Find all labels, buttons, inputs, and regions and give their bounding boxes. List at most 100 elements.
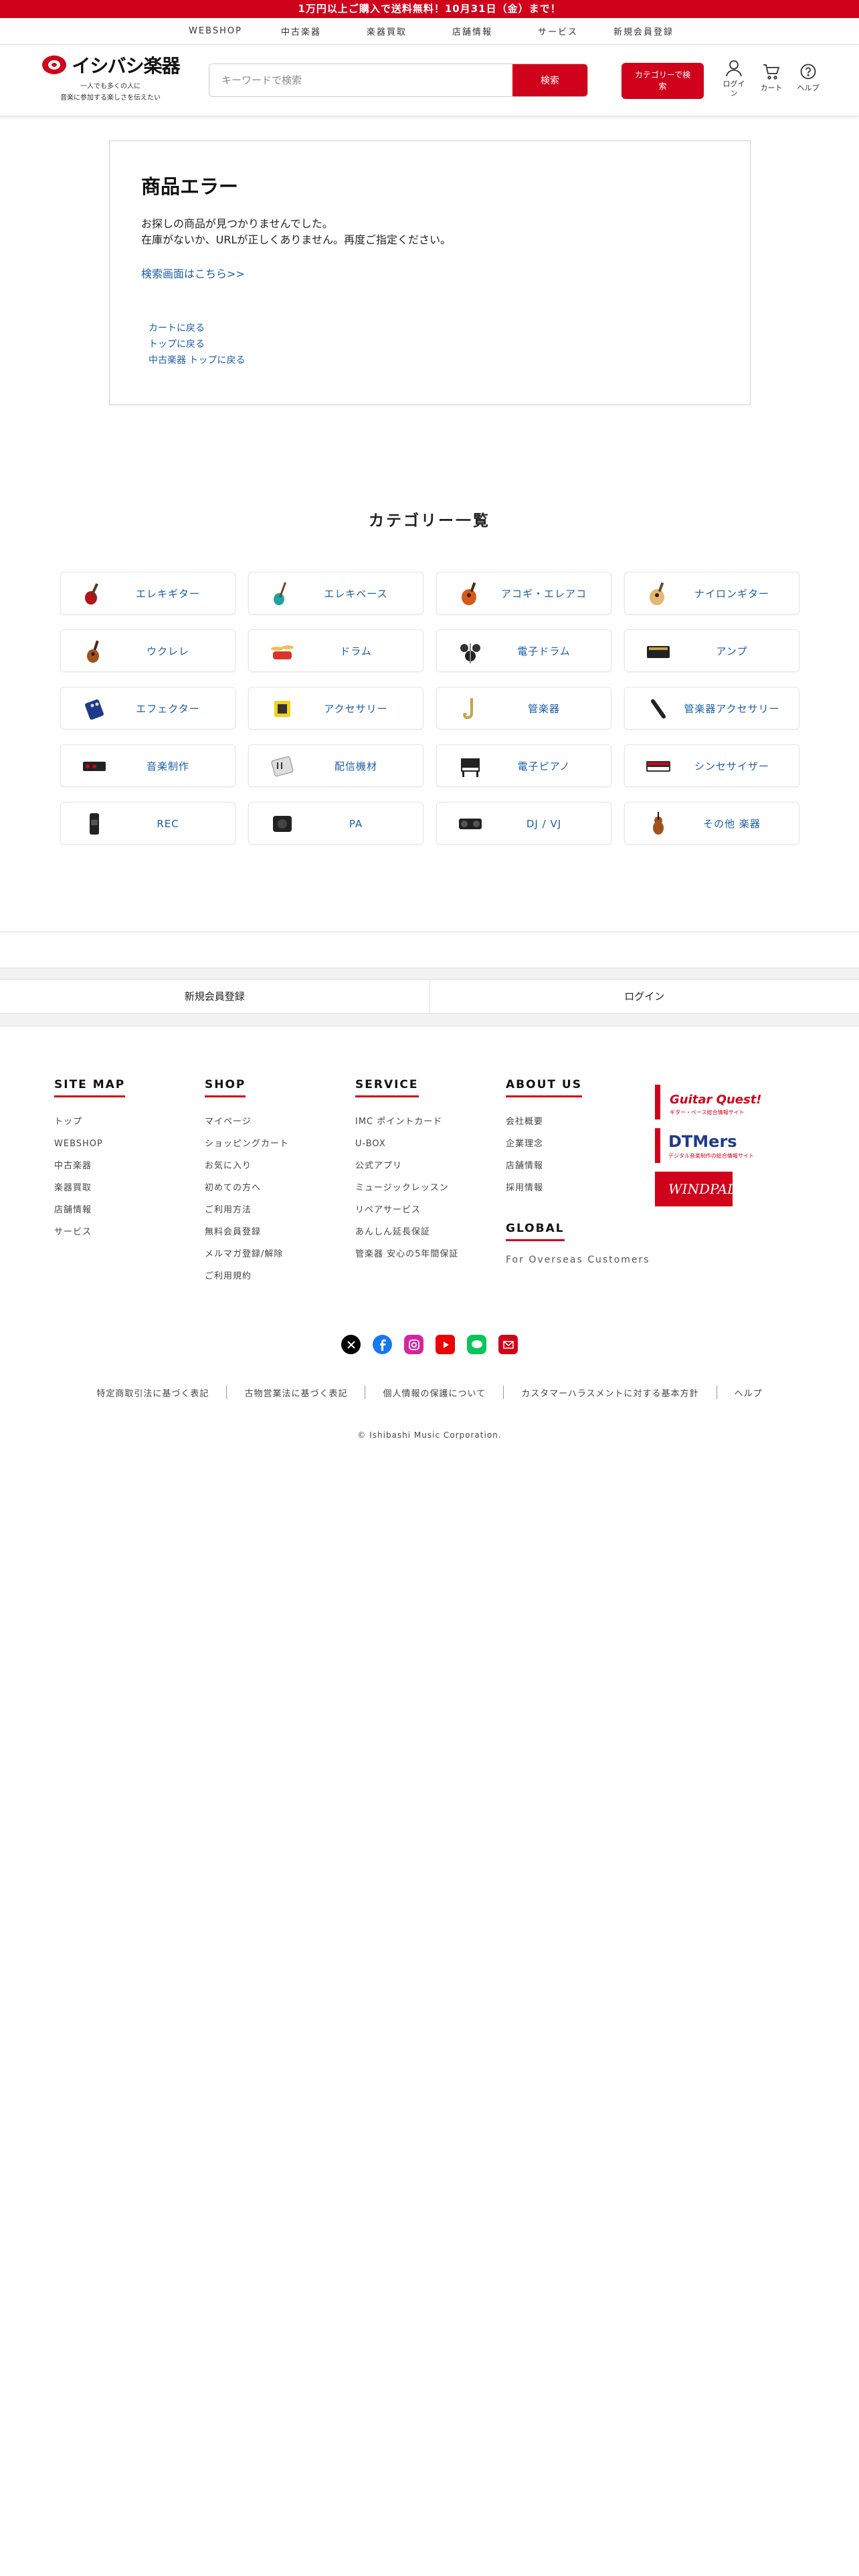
category-label: 音楽制作 bbox=[146, 760, 189, 772]
category-label: PA bbox=[349, 818, 363, 830]
category-card[interactable]: 管楽器アクセサリー bbox=[624, 687, 799, 730]
footer-link[interactable]: U-BOX bbox=[355, 1133, 458, 1155]
pa-speaker-icon bbox=[269, 811, 296, 837]
category-card[interactable]: シンセサイザー bbox=[624, 744, 799, 787]
instagram-icon[interactable] bbox=[404, 1335, 423, 1354]
legal-link[interactable]: ヘルプ bbox=[735, 1386, 763, 1399]
footer-link[interactable]: 公式アプリ bbox=[355, 1155, 458, 1177]
user-icon bbox=[726, 60, 742, 77]
footer-link[interactable]: 会社概要 bbox=[506, 1111, 650, 1133]
category-label: エフェクター bbox=[136, 703, 200, 715]
category-card[interactable]: 配信機材 bbox=[248, 744, 423, 787]
category-label: エレキギター bbox=[135, 588, 200, 600]
category-label: エレキベース bbox=[324, 588, 388, 600]
logo-mark-icon bbox=[42, 56, 67, 74]
recorder-icon bbox=[81, 811, 108, 837]
nav-services[interactable]: サービス bbox=[515, 25, 601, 37]
category-card[interactable]: ドラム bbox=[248, 629, 423, 672]
category-label: 管楽器 bbox=[527, 703, 560, 715]
category-card[interactable]: エレキベース bbox=[248, 572, 423, 615]
guitar-quest-banner[interactable]: Guitar Quest! ギター・ベース総合情報サイト bbox=[655, 1085, 779, 1119]
category-card[interactable]: REC bbox=[60, 802, 235, 845]
overseas-link[interactable]: For Overseas Customers bbox=[506, 1255, 650, 1265]
footer-link[interactable]: ご利用規約 bbox=[205, 1265, 289, 1287]
legal-link[interactable]: 個人情報の保護について bbox=[383, 1386, 486, 1399]
login-button[interactable]: ログイン bbox=[430, 980, 859, 1013]
footer-link[interactable]: 初めての方へ bbox=[205, 1177, 289, 1199]
nav-register[interactable]: 新規会員登録 bbox=[601, 25, 686, 37]
legal-link[interactable]: カスタマーハラスメントに対する基本方針 bbox=[521, 1386, 698, 1399]
category-card[interactable]: PA bbox=[248, 802, 423, 845]
back-to-cart-link[interactable]: カートに戻る bbox=[149, 320, 245, 336]
footer-link[interactable]: 店舗情報 bbox=[54, 1199, 125, 1221]
footer-link[interactable]: 企業理念 bbox=[506, 1133, 650, 1155]
category-label: アコギ・エレアコ bbox=[500, 588, 587, 600]
footer-link[interactable]: ご利用方法 bbox=[205, 1199, 289, 1221]
footer-link[interactable]: 中古楽器 bbox=[54, 1155, 125, 1177]
back-to-top-link[interactable]: トップに戻る bbox=[149, 336, 245, 352]
footer-link[interactable]: マイページ bbox=[205, 1111, 289, 1133]
category-card[interactable]: アコギ・エレアコ bbox=[436, 572, 611, 615]
footer-heading: GLOBAL bbox=[506, 1222, 565, 1241]
footer-link[interactable]: メルマガ登録/解除 bbox=[205, 1243, 289, 1265]
search-button[interactable]: 検索 bbox=[512, 64, 587, 96]
footer-link[interactable]: トップ bbox=[54, 1111, 125, 1133]
footer-service: SERVICE IMC ポイントカード U-BOX 公式アプリ ミュージックレッ… bbox=[355, 1078, 458, 1265]
dtmers-logo-icon: DTMers デジタル音楽制作の総合情報サイト bbox=[655, 1128, 754, 1163]
nav-used[interactable]: 中古楽器 bbox=[258, 25, 344, 37]
category-card[interactable]: DJ / VJ bbox=[436, 802, 611, 845]
footer-link[interactable]: IMC ポイントカード bbox=[355, 1111, 458, 1133]
footer-link[interactable]: サービス bbox=[54, 1221, 125, 1243]
login-link[interactable]: ログイ ン bbox=[719, 60, 749, 98]
footer-link[interactable]: WEBSHOP bbox=[54, 1133, 125, 1155]
category-card[interactable]: エレキギター bbox=[60, 572, 235, 615]
footer-link[interactable]: ショッピングカート bbox=[205, 1133, 289, 1155]
footer-link[interactable]: 無料会員登録 bbox=[205, 1221, 289, 1243]
back-to-used-top-link[interactable]: 中古楽器 トップに戻る bbox=[149, 352, 245, 368]
nav-stores[interactable]: 店舗情報 bbox=[430, 25, 515, 37]
svg-text:Guitar Quest!: Guitar Quest! bbox=[670, 1093, 762, 1107]
category-card[interactable]: その他 楽器 bbox=[624, 802, 799, 845]
error-title: 商品エラー bbox=[141, 175, 239, 198]
windpal-banner[interactable]: WINDPAL bbox=[655, 1172, 736, 1206]
site-logo[interactable]: イシバシ楽器 一人でも多くの人に 音楽に参加する楽しさを伝えたい bbox=[40, 51, 181, 104]
footer-link[interactable]: リペアサービス bbox=[355, 1199, 458, 1221]
mail-icon[interactable] bbox=[498, 1335, 518, 1354]
category-card[interactable]: アンプ bbox=[624, 629, 799, 672]
footer-link[interactable]: 店舗情報 bbox=[506, 1155, 650, 1177]
category-card[interactable]: ナイロンギター bbox=[624, 572, 799, 615]
member-bar: 新規会員登録 ログイン bbox=[0, 968, 859, 1027]
category-search-button[interactable]: カテゴリーで検 索 bbox=[622, 63, 704, 99]
category-card[interactable]: エフェクター bbox=[60, 687, 235, 730]
nav-buyback[interactable]: 楽器買取 bbox=[344, 25, 430, 37]
category-card[interactable]: アクセサリー bbox=[248, 687, 423, 730]
category-card[interactable]: 電子ドラム bbox=[436, 629, 611, 672]
category-card[interactable]: 音楽制作 bbox=[60, 744, 235, 787]
footer-about: ABOUT US 会社概要 企業理念 店舗情報 採用情報 GLOBAL For … bbox=[506, 1078, 650, 1265]
footer-link[interactable]: 採用情報 bbox=[506, 1177, 650, 1199]
cart-icon bbox=[763, 64, 780, 80]
line-icon[interactable] bbox=[467, 1335, 486, 1354]
cart-link[interactable]: カート bbox=[757, 64, 786, 93]
youtube-icon[interactable] bbox=[436, 1335, 455, 1354]
footer-link[interactable]: ミュージックレッスン bbox=[355, 1177, 458, 1199]
search-input[interactable] bbox=[209, 64, 512, 96]
footer-link[interactable]: あんしん延長保証 bbox=[355, 1221, 458, 1243]
x-icon[interactable] bbox=[341, 1335, 361, 1354]
legal-link[interactable]: 特定商取引法に基づく表記 bbox=[96, 1386, 209, 1399]
legal-link[interactable]: 古物営業法に基づく表記 bbox=[244, 1386, 347, 1399]
promo-banner[interactable]: 1万円以上ご購入で送料無料！10月31日（金）まで！ bbox=[0, 0, 859, 18]
footer-link[interactable]: 楽器買取 bbox=[54, 1177, 125, 1199]
facebook-icon[interactable] bbox=[373, 1335, 392, 1354]
footer-link[interactable]: 管楽器 安心の5年間保証 bbox=[355, 1243, 458, 1265]
category-card[interactable]: ウクレレ bbox=[60, 629, 235, 672]
nylon-guitar-icon bbox=[645, 580, 672, 607]
category-card[interactable]: 管楽器 bbox=[436, 687, 611, 730]
nav-webshop[interactable]: WEBSHOP bbox=[173, 26, 258, 36]
dtmers-banner[interactable]: DTMers デジタル音楽制作の総合情報サイト bbox=[655, 1128, 779, 1163]
category-card[interactable]: 電子ピアノ bbox=[436, 744, 611, 787]
register-button[interactable]: 新規会員登録 bbox=[0, 980, 430, 1013]
footer-link[interactable]: お気に入り bbox=[205, 1155, 289, 1177]
help-link[interactable]: ヘルプ bbox=[793, 64, 823, 93]
search-page-link[interactable]: 検索画面はこちら>> bbox=[141, 265, 245, 281]
